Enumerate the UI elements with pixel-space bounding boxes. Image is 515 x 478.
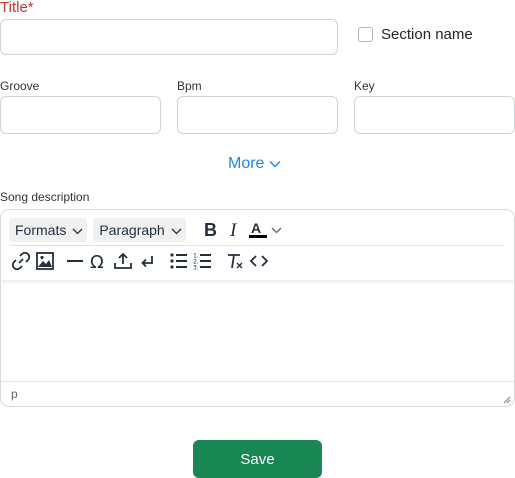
toolbar-row-2: Ω 1. 2. 3. bbox=[9, 246, 504, 276]
resize-handle-icon[interactable] bbox=[501, 393, 511, 404]
groove-label: Groove bbox=[0, 79, 40, 93]
formats-dropdown[interactable]: Formats bbox=[9, 218, 88, 242]
save-button[interactable]: Save bbox=[193, 440, 322, 478]
svg-text:B: B bbox=[204, 221, 217, 239]
chevron-down-icon bbox=[72, 222, 83, 238]
paragraph-label: Paragraph bbox=[99, 222, 165, 238]
bpm-label: Bpm bbox=[177, 79, 202, 93]
title-input[interactable] bbox=[0, 19, 338, 55]
section-name-label[interactable]: Section name bbox=[381, 26, 473, 44]
editor-statusbar: p bbox=[1, 381, 514, 406]
svg-text:A: A bbox=[251, 220, 261, 236]
paragraph-dropdown[interactable]: Paragraph bbox=[93, 218, 186, 242]
groove-input[interactable] bbox=[0, 96, 161, 134]
editor-toolbar: Formats Paragraph B I A Ω 1. 2. 3. bbox=[1, 210, 514, 280]
svg-text:Ω: Ω bbox=[90, 252, 104, 271]
numbered-list-icon[interactable]: 1. 2. 3. bbox=[191, 249, 215, 273]
section-name-checkbox[interactable] bbox=[358, 27, 373, 42]
clear-formatting-icon[interactable] bbox=[223, 249, 247, 273]
link-icon[interactable] bbox=[9, 249, 33, 273]
status-path[interactable]: p bbox=[11, 387, 18, 401]
song-description-label: Song description bbox=[0, 190, 90, 204]
italic-icon[interactable]: I bbox=[222, 218, 246, 242]
special-character-icon[interactable]: Ω bbox=[87, 249, 111, 273]
image-icon[interactable] bbox=[33, 249, 57, 273]
title-label: Title* bbox=[0, 0, 34, 16]
line-break-icon[interactable] bbox=[135, 249, 159, 273]
formats-label: Formats bbox=[15, 222, 67, 238]
text-color-icon[interactable]: A bbox=[246, 218, 270, 242]
chevron-down-icon bbox=[171, 222, 182, 238]
rich-text-editor: Formats Paragraph B I A Ω 1. 2. 3. p bbox=[0, 209, 515, 407]
chevron-down-icon[interactable] bbox=[270, 218, 284, 242]
key-input[interactable] bbox=[354, 96, 515, 134]
more-toggle[interactable]: More bbox=[228, 154, 281, 174]
editor-content-area[interactable] bbox=[1, 280, 514, 380]
svg-text:3.: 3. bbox=[193, 265, 199, 272]
svg-text:I: I bbox=[229, 221, 238, 239]
source-code-icon[interactable] bbox=[247, 249, 271, 273]
upload-icon[interactable] bbox=[111, 249, 135, 273]
more-label: More bbox=[228, 155, 265, 172]
toolbar-row-1: Formats Paragraph B I A bbox=[9, 215, 504, 246]
bpm-input[interactable] bbox=[177, 96, 338, 134]
horizontal-line-icon[interactable] bbox=[63, 249, 87, 273]
bullet-list-icon[interactable] bbox=[167, 249, 191, 273]
chevron-down-icon bbox=[269, 154, 281, 174]
key-label: Key bbox=[354, 79, 375, 93]
bold-icon[interactable]: B bbox=[198, 218, 222, 242]
